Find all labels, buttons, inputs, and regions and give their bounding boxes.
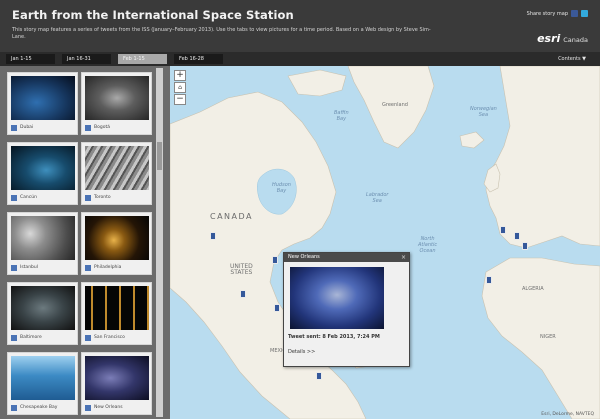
logo-text: esri	[537, 32, 561, 45]
tab-jan-16-31[interactable]: Jan 16-31	[62, 54, 111, 64]
thumbnail-label: Chesapeake Bay	[20, 405, 58, 410]
twitter-icon[interactable]	[581, 10, 588, 17]
map-pin-icon[interactable]	[210, 232, 216, 240]
app-header: Earth from the International Space Stati…	[0, 0, 600, 52]
thumbnail-card[interactable]: Cancún	[7, 142, 78, 205]
map-label-canada: CANADA	[210, 212, 254, 221]
zoom-out-button[interactable]: −	[174, 94, 186, 105]
details-link[interactable]: Details >>	[288, 349, 315, 355]
map-pin-icon[interactable]	[272, 256, 278, 264]
map-label-hudson-bay: Hudson Bay	[272, 182, 291, 194]
popup-title: New Orleans	[288, 254, 320, 260]
esri-logo: esri Canada	[537, 32, 588, 45]
select-icon[interactable]	[11, 334, 17, 341]
facebook-icon[interactable]	[571, 10, 578, 17]
map-label-north-atlantic: North Atlantic Ocean	[418, 236, 438, 254]
thumbnail-card[interactable]: Baltimore	[7, 282, 78, 345]
zoom-in-button[interactable]: +	[174, 70, 186, 81]
thumbnail-card[interactable]: San Francisco	[81, 282, 152, 345]
thumbnail-card[interactable]: Philadelphia	[81, 212, 152, 275]
thumbnail-image	[11, 76, 75, 120]
select-icon[interactable]	[85, 264, 91, 271]
thumbnail-label: San Francisco	[94, 335, 125, 340]
select-icon[interactable]	[11, 124, 17, 131]
thumbnail-card[interactable]: New Orleans	[81, 352, 152, 415]
thumbnail-label: Istanbul	[20, 265, 39, 270]
thumbnail-image	[85, 286, 149, 330]
close-icon[interactable]: ×	[401, 253, 406, 262]
thumbnail-image	[11, 286, 75, 330]
map-pin-icon[interactable]	[316, 372, 322, 380]
thumbnail-card[interactable]: Dubai	[7, 72, 78, 135]
thumbnail-card[interactable]: Bogotá	[81, 72, 152, 135]
arctic-islands	[287, 69, 347, 97]
thumbnail-label: Bogotá	[94, 125, 110, 130]
select-icon[interactable]	[85, 404, 91, 411]
thumbnail-label: New Orleans	[94, 405, 123, 410]
thumbnail-label: Cancún	[20, 195, 37, 200]
map-pin-icon[interactable]	[500, 226, 506, 234]
thumbnail-image	[85, 216, 149, 260]
map-pin-icon[interactable]	[274, 304, 280, 312]
sidebar-scrollbar[interactable]	[156, 68, 163, 417]
thumbnail-label: Toronto	[94, 195, 111, 200]
iceland-landmass	[459, 131, 485, 149]
select-icon[interactable]	[11, 404, 17, 411]
map-label-niger: NIGER	[540, 334, 556, 340]
share-bar: Share story map	[527, 10, 588, 17]
zoom-controls: + ⌂ −	[174, 70, 186, 106]
map-label-norwegian-sea: Norwegian Sea	[470, 106, 497, 118]
contents-dropdown[interactable]: Contents ▼	[558, 54, 586, 64]
thumbnail-image	[85, 146, 149, 190]
tab-jan-1-15[interactable]: Jan 1-15	[6, 54, 55, 64]
page-title: Earth from the International Space Stati…	[12, 8, 294, 22]
tab-feb-16-28[interactable]: Feb 16-28	[174, 54, 223, 64]
select-icon[interactable]	[11, 194, 17, 201]
map-pin-icon[interactable]	[486, 276, 492, 284]
tab-bar: Jan 1-15 Jan 16-31 Feb 1-15 Feb 16-28 Co…	[0, 52, 600, 66]
story-map-app: Earth from the International Space Stati…	[0, 0, 600, 419]
share-label: Share story map	[526, 10, 568, 17]
thumbnail-label: Baltimore	[20, 335, 42, 340]
map-label-baffin-bay: Baffin Bay	[334, 110, 349, 122]
select-icon[interactable]	[11, 264, 17, 271]
map-pin-icon[interactable]	[240, 290, 246, 298]
thumbnail-image	[11, 356, 75, 400]
tweet-label: Tweet sent:	[288, 334, 321, 340]
popup-photo[interactable]	[290, 267, 384, 329]
map-label-united-states: UNITED STATES	[230, 263, 253, 276]
map-pin-icon[interactable]	[522, 242, 528, 250]
map-pin-icon[interactable]	[514, 232, 520, 240]
logo-suffix: Canada	[563, 36, 588, 44]
thumbnail-image	[85, 356, 149, 400]
tweet-date: 8 Feb 2013, 7:24 PM	[322, 334, 380, 340]
thumbnail-image	[11, 216, 75, 260]
select-icon[interactable]	[85, 124, 91, 131]
info-popup: New Orleans × Tweet sent: 8 Feb 2013, 7:…	[283, 252, 410, 367]
thumbnail-card[interactable]: Chesapeake Bay	[7, 352, 78, 415]
thumbnail-card[interactable]: Toronto	[81, 142, 152, 205]
page-description: This story map features a series of twee…	[12, 27, 431, 40]
select-icon[interactable]	[85, 194, 91, 201]
europe-landmass	[485, 66, 600, 249]
thumbnail-card[interactable]: Istanbul	[7, 212, 78, 275]
thumbnail-label: Philadelphia	[94, 265, 122, 270]
map-label-greenland: Greenland	[382, 102, 408, 108]
thumbnail-image	[85, 76, 149, 120]
tab-feb-1-15[interactable]: Feb 1-15	[118, 54, 167, 64]
home-button[interactable]: ⌂	[174, 82, 186, 93]
thumbnail-sidebar: Dubai Bogotá Cancún Toronto Istanbul Phi…	[0, 66, 170, 419]
scrollbar-thumb[interactable]	[157, 142, 162, 170]
select-icon[interactable]	[85, 334, 91, 341]
thumbnail-image	[11, 146, 75, 190]
map-label-algeria: ALGERIA	[522, 286, 544, 292]
thumbnail-label: Dubai	[20, 125, 34, 130]
map-attribution: Esri, DeLorme, NAVTEQ	[541, 412, 594, 417]
map-label-labrador-sea: Labrador Sea	[366, 192, 389, 204]
